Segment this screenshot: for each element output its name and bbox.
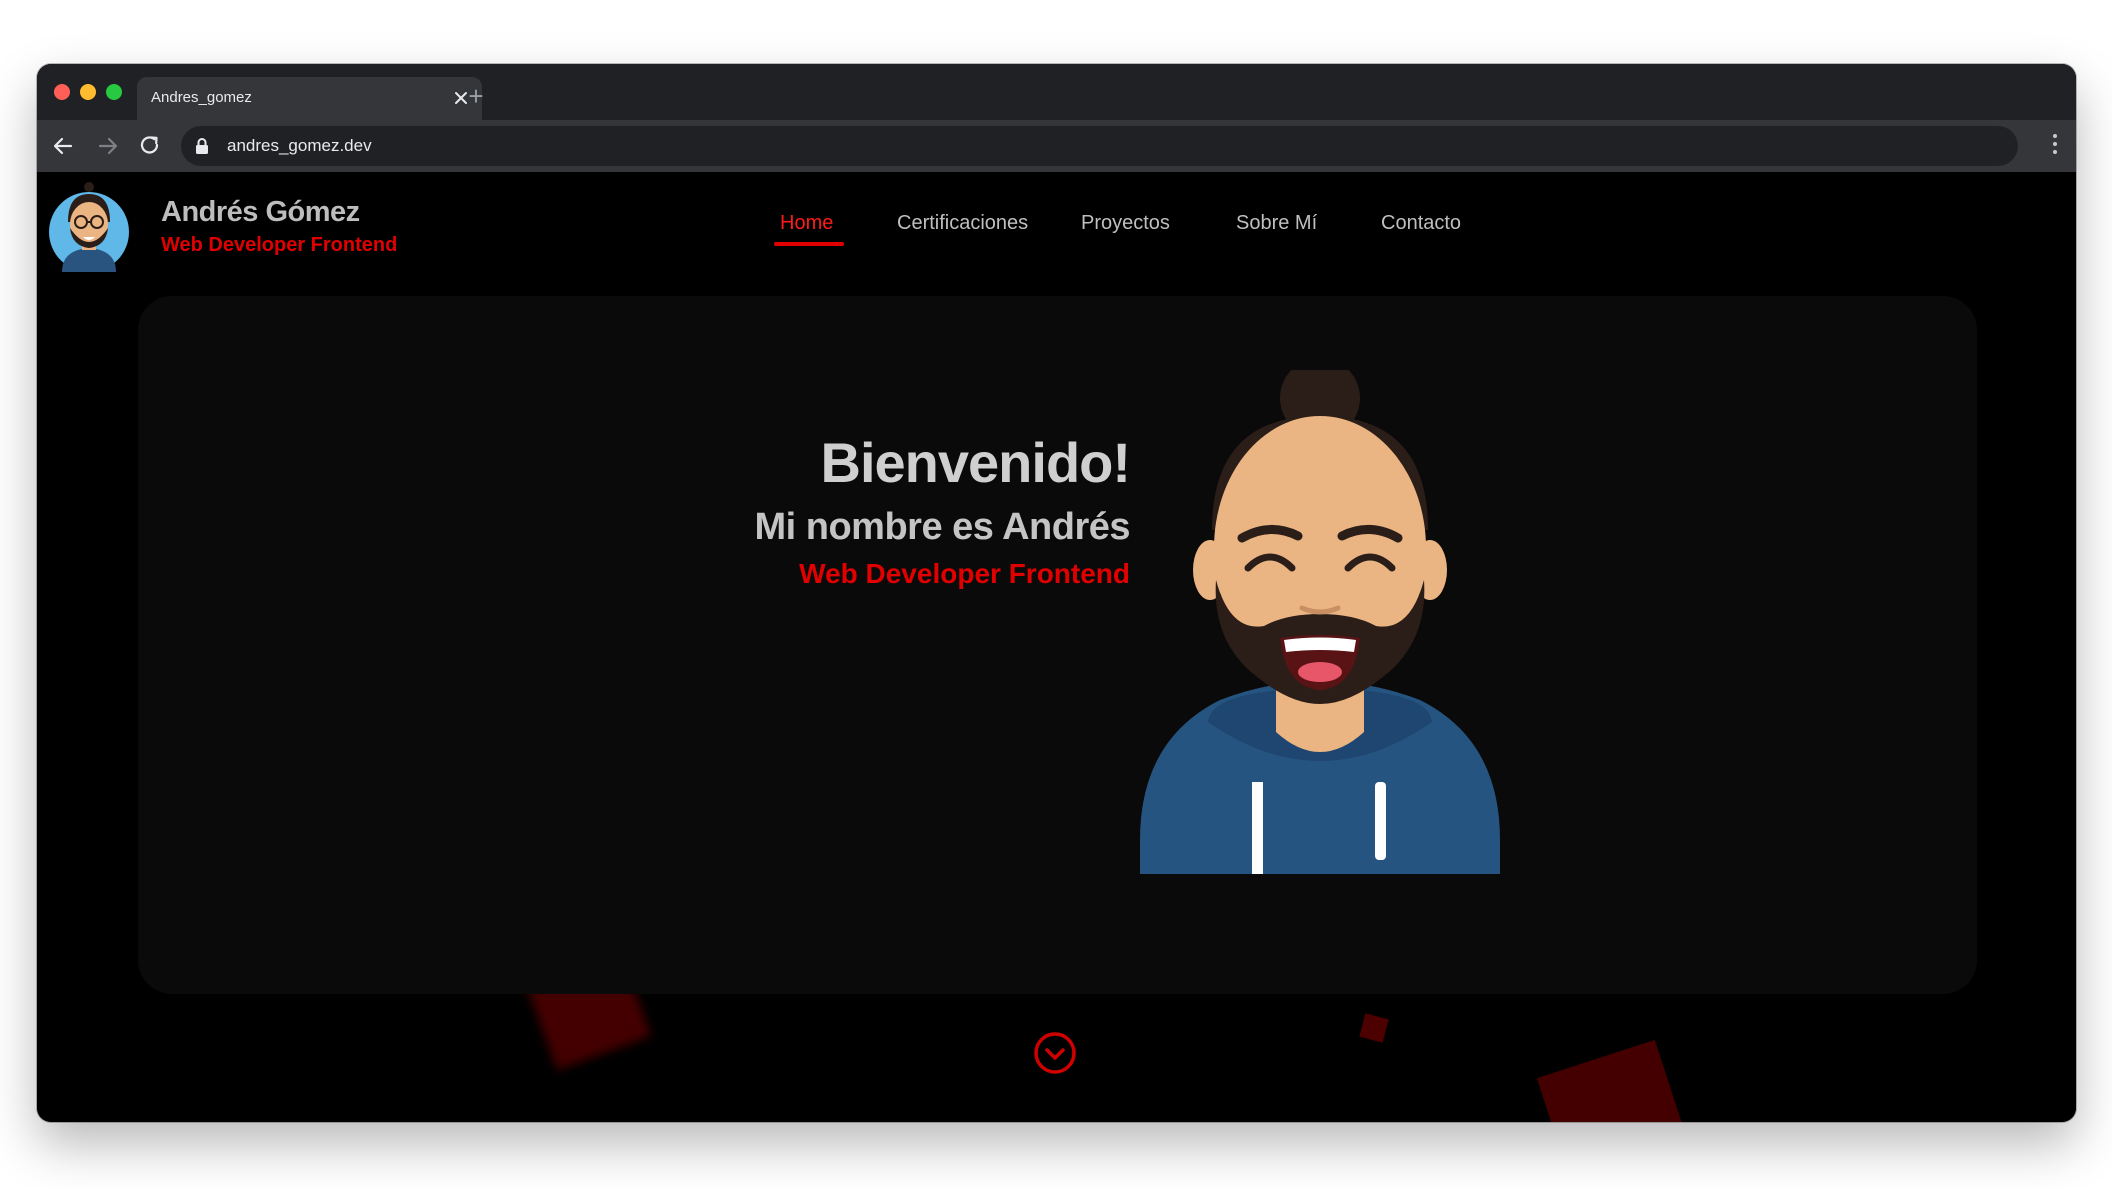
maximize-window-button[interactable] xyxy=(106,84,122,100)
tab-bar: Andres_gomez + xyxy=(37,64,2076,120)
browser-toolbar: andres_gomez.dev xyxy=(37,120,2076,172)
brand-name: Andrés Gómez xyxy=(161,196,360,228)
nav-active-indicator xyxy=(774,242,844,246)
hero-title: Bienvenido! xyxy=(820,431,1131,494)
brand-role: Web Developer Frontend xyxy=(161,234,398,256)
browser-menu-icon[interactable] xyxy=(2052,134,2058,158)
browser-window: Andres_gomez + andres_gomez.dev Andrés G… xyxy=(37,64,2076,1122)
nav-sobre-mi[interactable]: Sobre Mí xyxy=(1236,212,1317,235)
hero-role: Web Developer Frontend xyxy=(799,558,1130,589)
minimize-window-button[interactable] xyxy=(80,84,96,100)
logo-avatar[interactable] xyxy=(48,182,130,272)
back-arrow-icon[interactable] xyxy=(50,133,76,159)
forward-arrow-icon[interactable] xyxy=(95,133,121,159)
nav-certificaciones[interactable]: Certificaciones xyxy=(897,212,1028,235)
address-bar[interactable]: andres_gomez.dev xyxy=(181,126,2018,166)
website-page: Andrés Gómez Web Developer Frontend Home… xyxy=(37,172,2076,1122)
nav-contacto[interactable]: Contacto xyxy=(1381,212,1461,235)
lock-icon xyxy=(196,138,208,154)
hero-section xyxy=(138,296,1977,994)
close-window-button[interactable] xyxy=(54,84,70,100)
hero-subtitle: Mi nombre es Andrés xyxy=(754,506,1130,548)
decorative-square xyxy=(1359,1013,1389,1043)
tab-title: Andres_gomez xyxy=(151,89,252,106)
decorative-square xyxy=(1536,1039,1694,1122)
reload-icon[interactable] xyxy=(137,133,163,159)
nav-proyectos[interactable]: Proyectos xyxy=(1081,212,1170,235)
new-tab-button[interactable]: + xyxy=(462,83,490,109)
chevron-down-circle-icon[interactable] xyxy=(1032,1030,1078,1076)
nav-home[interactable]: Home xyxy=(780,212,833,235)
developer-avatar-illustration xyxy=(1140,370,1500,874)
browser-tab[interactable]: Andres_gomez xyxy=(137,77,482,120)
url-text: andres_gomez.dev xyxy=(227,136,372,155)
